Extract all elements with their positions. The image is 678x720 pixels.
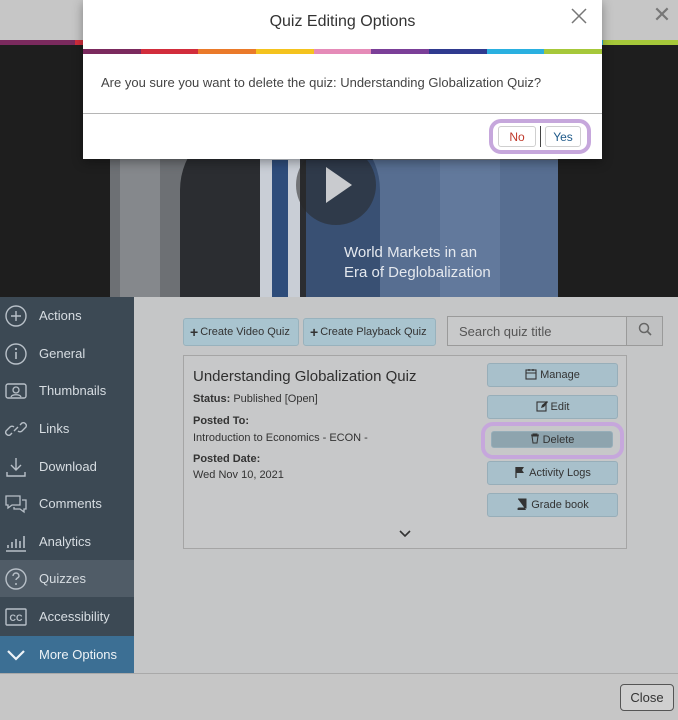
- sidebar: Actions General Thumbnails Links Downloa…: [0, 297, 134, 673]
- search-placeholder: Search quiz title: [459, 323, 552, 339]
- modal-message: Are you sure you want to delete the quiz…: [101, 75, 542, 90]
- analytics-icon: [3, 529, 29, 555]
- sidebar-item-analytics[interactable]: Analytics: [0, 523, 134, 560]
- flag-icon: [514, 466, 526, 481]
- button-separator: [540, 126, 541, 147]
- sidebar-item-general[interactable]: General: [0, 335, 134, 372]
- edit-icon: [535, 400, 548, 415]
- search-button[interactable]: [626, 316, 663, 346]
- calendar-icon: [525, 368, 537, 383]
- color-stripe-segment: [313, 49, 372, 54]
- color-stripe-segment: [256, 49, 314, 54]
- quiz-status: Status: Published [Open]: [193, 393, 318, 405]
- comments-icon: [3, 491, 29, 517]
- activity-logs-button[interactable]: Activity Logs: [487, 461, 618, 485]
- sidebar-item-label: Thumbnails: [39, 383, 107, 398]
- plus-icon: +: [190, 324, 199, 340]
- book-icon: [516, 498, 528, 513]
- delete-button[interactable]: Delete: [491, 431, 613, 448]
- grade-book-button[interactable]: Grade book: [487, 493, 618, 517]
- search-icon: [638, 322, 652, 341]
- close-icon[interactable]: [567, 4, 591, 28]
- color-stripe-segment: [371, 49, 430, 54]
- sidebar-item-label: Download: [39, 459, 97, 474]
- download-icon: [3, 454, 29, 480]
- link-icon: [3, 416, 29, 442]
- sidebar-item-comments[interactable]: Comments: [0, 485, 134, 522]
- modal-color-stripe: [83, 49, 603, 54]
- sidebar-item-more-options[interactable]: More Options: [0, 636, 134, 673]
- color-stripe-segment: [140, 49, 199, 54]
- confirm-delete-modal: Quiz Editing Options Are you sure you wa…: [83, 0, 603, 159]
- chevron-down-icon: [3, 642, 29, 668]
- plus-circle-icon: [3, 303, 29, 329]
- sidebar-item-thumbnails[interactable]: Thumbnails: [0, 372, 134, 409]
- quiz-panel: + Create Video Quiz + Create Playback Qu…: [134, 297, 678, 673]
- posted-date-value: Wed Nov 10, 2021: [193, 469, 284, 481]
- create-video-quiz-button[interactable]: + Create Video Quiz: [183, 318, 299, 346]
- sidebar-item-actions[interactable]: Actions: [0, 297, 134, 334]
- plus-icon: +: [310, 324, 319, 340]
- page-close-icon[interactable]: ✕: [652, 4, 672, 28]
- cc-icon: CC: [3, 604, 29, 630]
- sidebar-item-label: General: [39, 346, 86, 361]
- sidebar-item-label: Links: [39, 421, 70, 436]
- close-button[interactable]: Close: [620, 684, 674, 711]
- manage-button[interactable]: Manage: [487, 363, 618, 387]
- modal-divider: [83, 113, 602, 114]
- color-stripe-segment: [544, 49, 603, 54]
- search-input[interactable]: Search quiz title: [447, 316, 627, 346]
- sidebar-item-label: Quizzes: [39, 571, 86, 586]
- yes-button[interactable]: Yes: [545, 126, 581, 147]
- create-playback-quiz-button[interactable]: + Create Playback Quiz: [303, 318, 436, 346]
- modal-title: Quiz Editing Options: [269, 13, 416, 30]
- info-circle-icon: [3, 341, 29, 367]
- sidebar-item-label: Accessibility: [39, 609, 110, 624]
- trash-icon: [530, 433, 540, 447]
- svg-text:CC: CC: [10, 613, 23, 623]
- sidebar-item-accessibility[interactable]: CC Accessibility: [0, 598, 134, 635]
- posted-date-label: Posted Date:: [193, 453, 261, 465]
- sidebar-item-quizzes[interactable]: Quizzes: [0, 560, 134, 597]
- posted-to-value: Introduction to Economics - ECON -: [193, 432, 368, 444]
- question-circle-icon: [3, 566, 29, 592]
- posted-to-label: Posted To:: [193, 415, 250, 427]
- color-stripe-segment: [83, 49, 141, 54]
- video-caption: World Markets in an Era of Deglobalizati…: [344, 244, 491, 281]
- expand-chevron-icon[interactable]: [397, 526, 413, 542]
- sidebar-item-download[interactable]: Download: [0, 448, 134, 485]
- sidebar-item-links[interactable]: Links: [0, 410, 134, 447]
- color-stripe-segment: [486, 49, 545, 54]
- sidebar-item-label: Actions: [39, 308, 82, 323]
- sidebar-item-label: More Options: [39, 647, 118, 662]
- thumbnails-icon: [3, 378, 29, 404]
- sidebar-item-label: Comments: [39, 496, 102, 511]
- footer-bar: Close: [0, 673, 678, 720]
- sidebar-item-label: Analytics: [39, 534, 92, 549]
- quiz-title: Understanding Globalization Quiz: [193, 368, 417, 385]
- no-button[interactable]: No: [498, 126, 536, 147]
- color-stripe-segment: [198, 49, 257, 54]
- color-stripe-segment: [429, 49, 487, 54]
- edit-button[interactable]: Edit: [487, 395, 618, 419]
